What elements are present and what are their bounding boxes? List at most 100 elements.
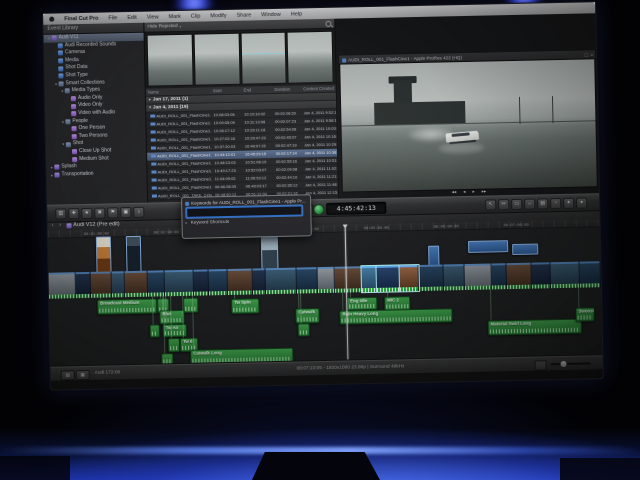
menu-item-modify[interactable]: Modify [205, 12, 231, 19]
new-event-icon[interactable]: ✚ [68, 208, 80, 220]
audio-meters-button[interactable]: ▦ [75, 369, 90, 380]
position-tool-icon[interactable]: ⇔ [524, 198, 536, 210]
menu-item-help[interactable]: Help [286, 11, 307, 17]
timeline-clip-video[interactable] [375, 264, 402, 293]
timeline-clip-video[interactable] [208, 269, 229, 296]
filmstrip-frame[interactable] [193, 32, 241, 86]
previous-frame-icon[interactable]: ◂ [463, 188, 465, 196]
play-icon[interactable]: ▸ [472, 188, 474, 196]
column-header-start[interactable]: Start [211, 87, 242, 95]
timeline-clip-connected[interactable] [260, 236, 279, 270]
column-header-name[interactable]: Name [146, 87, 211, 95]
filmstrip-frame[interactable] [240, 31, 287, 85]
zoom-slider-knob[interactable] [560, 360, 567, 367]
timeline-clip-audio[interactable] [183, 297, 199, 313]
menu-item-final-cut-pro[interactable]: Final Cut Pro [59, 15, 103, 22]
timeline-clip-video[interactable] [464, 263, 492, 291]
timeline-clip-video[interactable] [252, 268, 267, 295]
menu-item-file[interactable]: File [103, 15, 122, 21]
timeline-clip-audio-broadcast-medium[interactable]: Broadcast Medium [97, 298, 158, 315]
timeline-history-arrows[interactable]: ‹ › [51, 222, 63, 228]
timeline-clip-video[interactable] [398, 264, 421, 293]
clip-appearance-button[interactable] [534, 359, 547, 371]
project-name[interactable]: Audi V12 (Pre edit) [73, 221, 120, 228]
timeline-clip-audio-eng-idle[interactable]: Eng Idle [347, 296, 378, 311]
trim-tool-icon[interactable]: ▭ [511, 198, 523, 211]
sidebar-item-transportation[interactable]: ▸ Transportation [46, 169, 146, 179]
timeline-clip-video[interactable] [193, 269, 210, 296]
menu-item-edit[interactable]: Edit [122, 14, 142, 20]
keyword-shortcuts-toggle[interactable]: ▸ Keyword Shortcuts [185, 217, 307, 225]
timeline-clip-video[interactable] [418, 264, 445, 292]
filmstrip-frame[interactable] [146, 33, 194, 87]
timeline-clip-video[interactable] [296, 267, 319, 294]
background-tasks-icon[interactable] [313, 203, 325, 215]
apple-logo-icon[interactable] [49, 16, 55, 22]
timeline-clip-video[interactable] [317, 266, 336, 294]
favorite-icon[interactable]: ★ [81, 207, 93, 220]
audio-icon[interactable]: ♪ [133, 206, 145, 218]
timeline-clip-video[interactable] [111, 271, 126, 298]
column-header-duration[interactable]: Duration [272, 85, 301, 93]
more-tools-icon[interactable]: ▾ [576, 197, 588, 209]
timeline-clip-video[interactable] [265, 267, 298, 295]
clip-appearance-icon[interactable]: ▤ [537, 198, 549, 210]
blade-tool-icon[interactable]: ✂ [498, 199, 510, 211]
timeline-clip-video[interactable] [147, 270, 166, 297]
timeline-clip-video[interactable] [491, 263, 507, 290]
timeline-clip-video[interactable] [550, 261, 580, 289]
timeline-clip-connected[interactable] [125, 235, 142, 273]
retime-icon[interactable]: ◔ [550, 198, 562, 210]
timeline-clip-audio[interactable] [167, 338, 181, 353]
timeline-clip-video[interactable] [334, 266, 363, 293]
timeline-clip-video[interactable] [75, 271, 92, 299]
timeline-clip-connected[interactable] [95, 236, 112, 273]
menu-item-mark[interactable]: Mark [164, 13, 186, 19]
keyword-icon[interactable]: ⚑ [107, 207, 119, 219]
timeline-clip-video[interactable] [90, 271, 113, 298]
timeline-clip-video[interactable] [506, 262, 532, 290]
menu-item-window[interactable]: Window [256, 11, 286, 18]
column-header-content-created[interactable]: Content Created [301, 85, 336, 93]
filter-dropdown[interactable]: Hide Rejected [147, 24, 177, 30]
menu-item-share[interactable]: Share [231, 12, 256, 19]
timeline-clip-audio-rain-heavy-long[interactable]: Rain Heavy Long [339, 308, 453, 325]
timeline-clip-audio-material-swirl-long[interactable]: Material Swirl Long [487, 318, 582, 336]
timeline-clip-video[interactable] [227, 268, 254, 296]
menu-item-view[interactable]: View [142, 14, 164, 20]
timeline-index-button[interactable]: ▤ [60, 369, 75, 381]
connect-clip-icon[interactable]: ▣ [120, 207, 132, 219]
timeline-clip-audio-swoosh[interactable]: Swoosh [575, 307, 595, 322]
timeline-clip-video[interactable] [600, 260, 603, 288]
timeline-clip-video[interactable] [48, 272, 77, 299]
reject-icon[interactable]: ✖ [94, 207, 106, 219]
timeline-clip-connected[interactable] [467, 240, 509, 253]
keyword-input[interactable] [186, 205, 303, 218]
smart-collection-icon [71, 149, 78, 155]
viewer-settings-icon[interactable]: ≡ [590, 52, 593, 58]
effects-icon[interactable]: ✦ [563, 197, 575, 209]
timeline-clip-audio[interactable] [149, 324, 160, 338]
select-tool-icon[interactable]: ↖ [485, 199, 497, 211]
timeline-clip-video[interactable] [124, 270, 149, 298]
viewer-zoom-menu-icon[interactable]: ▢ [584, 52, 588, 58]
column-header-end[interactable]: End [242, 86, 273, 94]
zoom-slider-track[interactable] [550, 362, 591, 366]
menu-item-clip[interactable]: Clip [186, 13, 206, 19]
timeline-clip-video[interactable] [531, 262, 551, 289]
timeline-clip-connected[interactable] [512, 243, 539, 256]
timeline-clip-connected[interactable] [428, 245, 440, 266]
filmstrip-frame[interactable] [286, 30, 334, 84]
fast-forward-icon[interactable]: ▸▸ [482, 188, 487, 196]
search-icon[interactable] [325, 20, 332, 27]
timeline-clip-audio-catwalk[interactable]: Catwalk [295, 308, 320, 324]
rewind-icon[interactable]: ◂◂ [452, 188, 457, 196]
timeline-clip-audio[interactable] [297, 323, 310, 337]
timeline-clip-video[interactable] [579, 261, 601, 288]
viewer-video-frame[interactable] [339, 58, 598, 193]
timeline-clip-video[interactable] [443, 264, 466, 291]
timeline-clip-video[interactable] [164, 269, 195, 297]
timeline-clip-video[interactable] [360, 264, 379, 294]
timeline-clip-audio-tw-spin[interactable]: Tw Spin [231, 298, 260, 314]
import-media-icon[interactable]: ▥ [55, 208, 67, 220]
